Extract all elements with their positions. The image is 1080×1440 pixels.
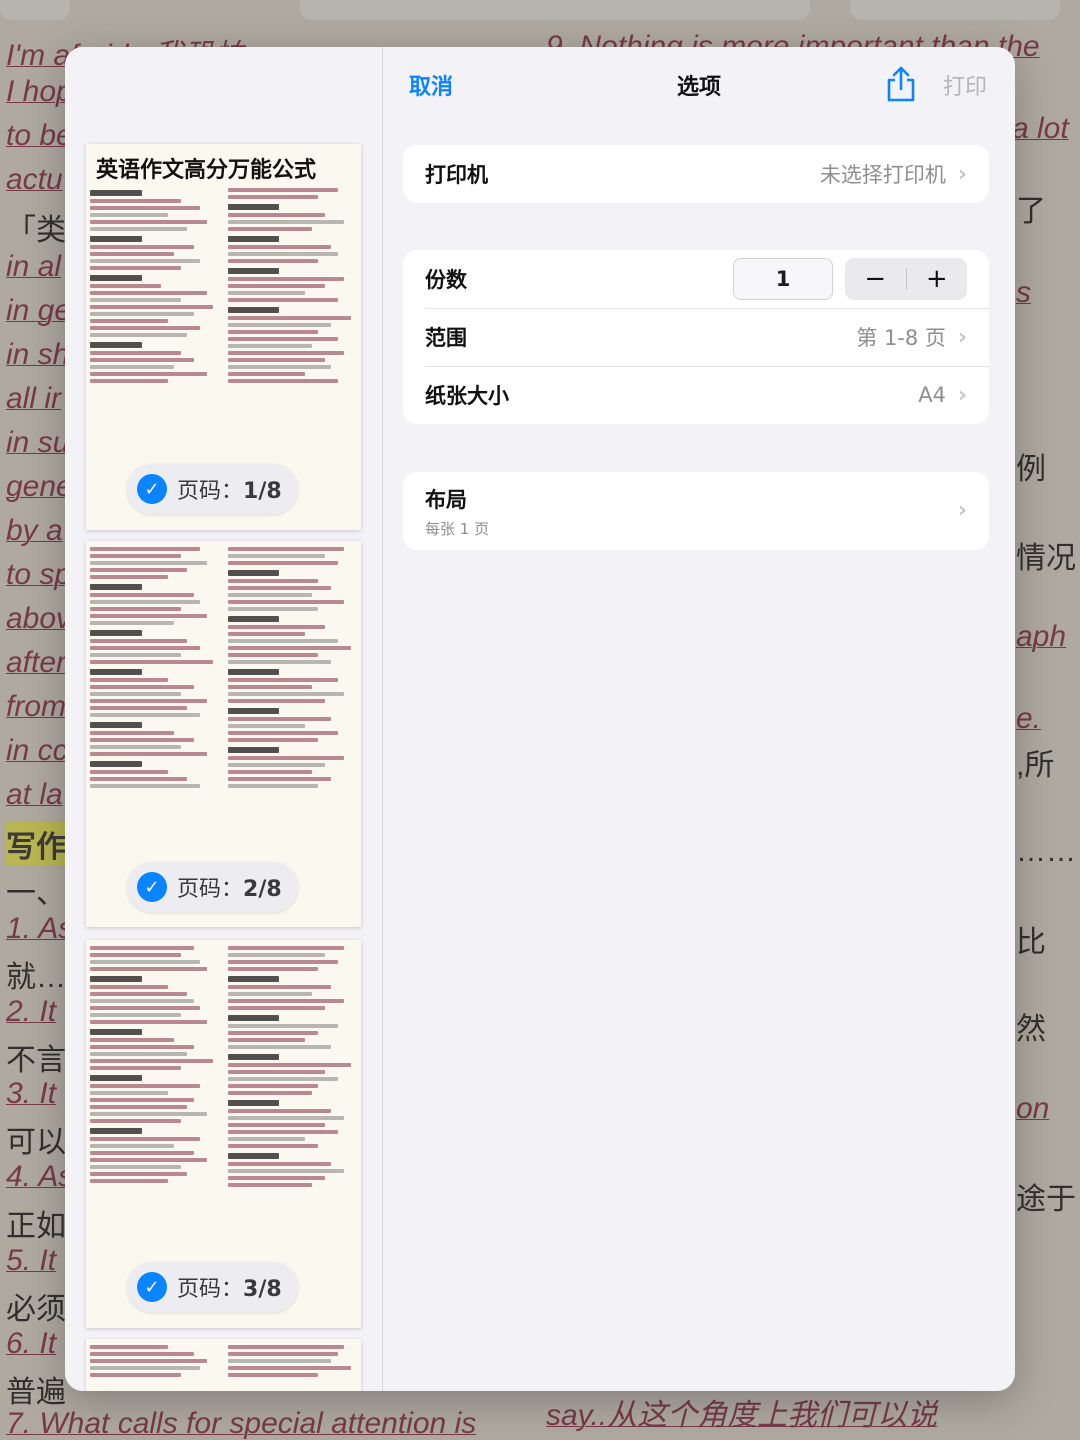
page-number: 3/8 [243, 1277, 282, 1302]
page-label: 页码： [177, 1277, 244, 1302]
thumbnail-column [90, 1345, 220, 1391]
thumbnail-column [227, 1345, 358, 1391]
printer-value: 未选择打印机 [819, 163, 946, 187]
thumbnail-doc-title: 英语作文高分万能公式 [96, 158, 317, 183]
increment-button[interactable]: + [907, 258, 968, 300]
page-selection-badge[interactable]: ✓ 页码：1/8 [127, 464, 298, 514]
range-value: 第 1-8 页 [856, 326, 946, 350]
chevron-right-icon: › [957, 161, 967, 187]
printer-group: 打印机 未选择打印机 › [403, 145, 989, 203]
share-icon[interactable] [883, 65, 919, 103]
copies-stepper: − + [845, 258, 967, 300]
layout-label: 布局 [425, 487, 467, 512]
layout-group: 布局 每张 1 页 › [403, 472, 989, 550]
page-label: 页码： [177, 479, 244, 504]
paper-size-row[interactable]: 纸张大小 A4 › [403, 366, 989, 424]
print-options-sheet: 英语作文高分万能公式 ✓ 页码：1/8 ✓ 页码：2/8 ✓ 页码：3/8 取消… [65, 47, 1015, 1391]
page-number: 1/8 [243, 479, 282, 504]
page-number: 2/8 [243, 877, 282, 902]
range-row[interactable]: 范围 第 1-8 页 › [403, 308, 989, 366]
layout-subtitle: 每张 1 页 [425, 519, 490, 538]
print-options-pane: 取消 选项 打印 打印机 未选择打印机 › 份数 1 − + 范围 第 1-8 … [383, 47, 1015, 1391]
printer-row[interactable]: 打印机 未选择打印机 › [403, 145, 989, 203]
paper-size-value: A4 [918, 383, 946, 407]
print-settings-group: 份数 1 − + 范围 第 1-8 页 › 纸张大小 A4 › [403, 250, 989, 424]
chevron-right-icon: › [957, 498, 967, 523]
page-selection-badge[interactable]: ✓ 页码：2/8 [127, 862, 298, 912]
options-title: 选项 [676, 75, 721, 100]
checkmark-icon: ✓ [137, 474, 167, 504]
copies-field[interactable]: 1 [733, 258, 833, 300]
print-button[interactable]: 打印 [943, 69, 987, 101]
navigation-bar: 取消 选项 打印 [383, 47, 1015, 123]
copies-label: 份数 [425, 268, 467, 292]
layout-row[interactable]: 布局 每张 1 页 › [403, 472, 989, 550]
chevron-right-icon: › [957, 324, 967, 350]
copies-row: 份数 1 − + [403, 250, 989, 308]
printer-label: 打印机 [425, 163, 488, 187]
range-label: 范围 [425, 326, 467, 350]
checkmark-icon: ✓ [137, 1272, 167, 1302]
page-selection-badge[interactable]: ✓ 页码：3/8 [127, 1262, 298, 1312]
print-preview-pane: 英语作文高分万能公式 ✓ 页码：1/8 ✓ 页码：2/8 ✓ 页码：3/8 [65, 47, 383, 1391]
checkmark-icon: ✓ [137, 872, 167, 902]
chevron-right-icon: › [957, 382, 967, 408]
page-thumbnail[interactable] [86, 1339, 361, 1391]
page-label: 页码： [177, 877, 244, 902]
decrement-button[interactable]: − [845, 258, 906, 300]
paper-size-label: 纸张大小 [425, 384, 509, 408]
